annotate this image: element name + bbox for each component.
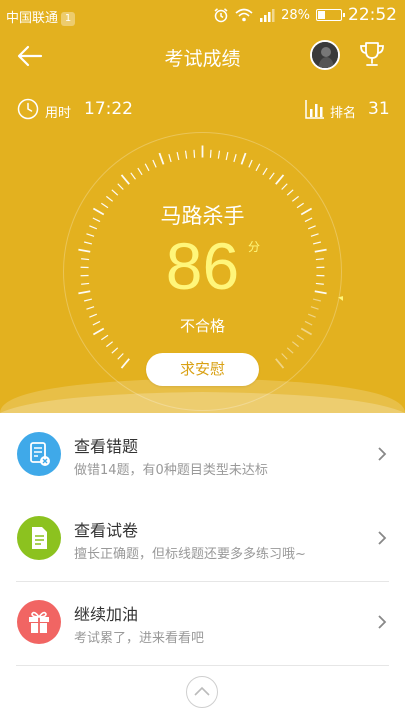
menu-item-keep-going[interactable]: 继续加油 考试累了，进来看看吧 bbox=[0, 581, 405, 665]
trophy-icon[interactable] bbox=[356, 38, 388, 70]
wifi-icon bbox=[235, 8, 253, 22]
gauge-tick bbox=[281, 183, 288, 190]
bar-chart-icon bbox=[305, 100, 324, 119]
gauge-tick bbox=[286, 347, 294, 354]
carrier-label: 中国联通 1 bbox=[6, 7, 76, 26]
clock-time: 22:52 bbox=[348, 5, 397, 25]
gauge-tick bbox=[310, 306, 319, 310]
scroll-up-button[interactable] bbox=[186, 676, 218, 708]
gauge-tick bbox=[275, 174, 285, 185]
battery-icon bbox=[316, 9, 345, 21]
gauge-tick bbox=[184, 150, 188, 159]
gift-icon bbox=[17, 600, 61, 644]
gauge-tick bbox=[225, 152, 229, 161]
chevron-up-icon bbox=[194, 686, 210, 696]
chevron-right-icon bbox=[378, 447, 387, 461]
status-icons: 28% 22:52 bbox=[213, 5, 397, 25]
gauge-tick bbox=[117, 353, 124, 360]
page-title: 考试成绩 bbox=[164, 48, 241, 70]
gauge-tick bbox=[120, 174, 130, 185]
score-value: 86 bbox=[165, 229, 240, 303]
result-menu: 查看错题 做错14题，有0种题目类型未达标 查看试卷 擅长正确题，但标线题还要多… bbox=[0, 413, 405, 666]
avatar[interactable] bbox=[310, 40, 340, 70]
score-unit: 分 bbox=[248, 240, 261, 254]
gauge-tick bbox=[209, 149, 212, 158]
exam-paper-icon bbox=[17, 516, 61, 560]
chevron-right-icon bbox=[378, 531, 387, 545]
gauge-tick bbox=[144, 163, 150, 172]
gauge-tick bbox=[111, 189, 119, 196]
score-result: 不合格 bbox=[179, 317, 225, 335]
menu-item-exam-paper[interactable]: 查看试卷 擅长正确题，但标线题还要多多练习哦~ bbox=[0, 497, 405, 581]
clock-icon bbox=[17, 98, 39, 120]
battery-percent: 28% bbox=[281, 7, 310, 23]
gauge-tick bbox=[130, 172, 136, 180]
gauge-tick bbox=[286, 189, 294, 196]
chevron-right-icon bbox=[378, 615, 387, 629]
gauge-tick bbox=[233, 154, 237, 163]
gauge-tick bbox=[262, 167, 268, 176]
gauge-tick bbox=[111, 347, 119, 354]
gauge-tick bbox=[281, 353, 288, 360]
rank-label: 排名 bbox=[330, 106, 357, 121]
gauge-tick bbox=[248, 159, 253, 168]
gauge-tick bbox=[217, 150, 221, 159]
user-photo-icon bbox=[312, 42, 338, 68]
time-used-label: 用时 bbox=[45, 106, 72, 121]
gauge-tick bbox=[105, 341, 114, 348]
gauge-tick bbox=[152, 159, 157, 168]
gauge-tick bbox=[86, 306, 95, 310]
menu-item-subtitle: 考试累了，进来看看吧 bbox=[74, 631, 205, 646]
exam-stats: 用时 17:22 排名 31 bbox=[0, 95, 405, 125]
alarm-icon bbox=[214, 8, 228, 23]
menu-item-title: 查看试卷 bbox=[74, 521, 139, 540]
menu-item-subtitle: 擅长正确题，但标线题还要多多练习哦~ bbox=[74, 547, 306, 562]
signal-icon bbox=[260, 9, 275, 22]
sim-badge: 1 bbox=[61, 12, 76, 26]
status-bar: 中国联通 1 28% 22:52 bbox=[0, 0, 405, 30]
menu-item-title: 查看错题 bbox=[74, 437, 139, 456]
gauge-tick bbox=[117, 183, 124, 190]
gauge-tick bbox=[193, 149, 196, 158]
gauge-tick bbox=[120, 358, 130, 369]
score-header: 中国联通 1 28% 22:52 考试成绩 用时 17:22 排名 31 马路杀… bbox=[0, 0, 405, 413]
top-bar: 考试成绩 bbox=[0, 32, 405, 80]
gauge-tick bbox=[168, 154, 172, 163]
comfort-button[interactable]: 求安慰 bbox=[146, 353, 259, 386]
gauge-tick bbox=[275, 358, 285, 369]
menu-item-subtitle: 做错14题，有0种题目类型未达标 bbox=[74, 463, 268, 478]
wrong-questions-icon bbox=[17, 432, 61, 476]
menu-item-title: 继续加油 bbox=[74, 605, 139, 624]
gauge-tick bbox=[158, 152, 165, 165]
gauge-tick bbox=[291, 341, 300, 348]
gauge-tick bbox=[240, 152, 247, 165]
time-used-value: 17:22 bbox=[84, 99, 133, 119]
rank-value: 31 bbox=[368, 99, 390, 119]
score-title: 马路杀手 bbox=[160, 204, 245, 228]
menu-divider bbox=[16, 665, 389, 666]
gauge-tick bbox=[269, 172, 275, 180]
gauge-tick bbox=[137, 167, 143, 176]
menu-item-wrong-questions[interactable]: 查看错题 做错14题，有0种题目类型未达标 bbox=[0, 413, 405, 497]
gauge-tick bbox=[255, 163, 261, 172]
battery-fill bbox=[318, 11, 325, 19]
gauge-tick bbox=[176, 152, 180, 161]
